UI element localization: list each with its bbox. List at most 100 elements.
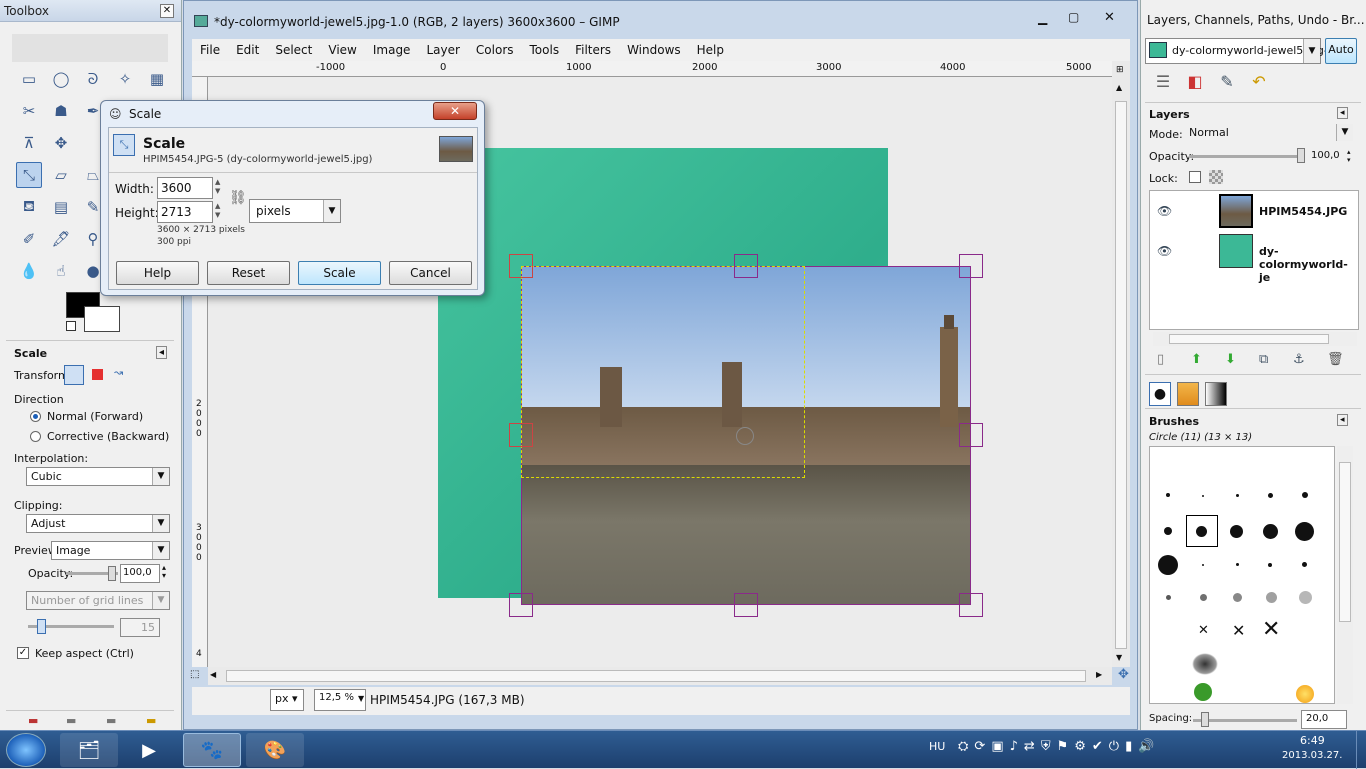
reset-button[interactable]: Reset xyxy=(207,261,290,285)
horizontal-ruler[interactable]: -1000 0 1000 2000 3000 4000 5000 xyxy=(192,61,1112,77)
language-indicator[interactable]: HU xyxy=(929,740,945,753)
horizontal-scroll-thumb[interactable] xyxy=(226,670,1086,682)
gimp-taskbar-icon[interactable]: 🐾 xyxy=(183,733,241,767)
paint-icon[interactable]: 🎨 xyxy=(246,733,304,767)
layer-row[interactable]: 👁 HPIM5454.JPG xyxy=(1149,192,1359,232)
rect-select-icon[interactable]: ▭ xyxy=(16,66,42,92)
shear-icon[interactable]: ▱ xyxy=(48,162,74,188)
blend-icon[interactable]: ▤ xyxy=(48,194,74,220)
tab-gradients-icon[interactable] xyxy=(1205,382,1227,406)
height-spin-icon[interactable]: ▲ ▼ xyxy=(215,202,220,220)
clipping-select[interactable]: Adjust ▼ xyxy=(26,514,170,533)
vertical-scrollbar[interactable]: ⊞ ▲ ▼ xyxy=(1112,61,1130,667)
ellipse-select-icon[interactable]: ◯ xyxy=(48,66,74,92)
show-desktop-button[interactable] xyxy=(1356,731,1366,769)
tab-undo-icon[interactable]: ↶ xyxy=(1245,72,1273,100)
navigate-icon[interactable]: ⊞ xyxy=(1116,65,1124,75)
image-select[interactable]: dy-colormyworld-jewel5.jpg-1 ▼ xyxy=(1145,38,1335,64)
menu-view[interactable]: View xyxy=(320,43,364,57)
scale-button[interactable]: Scale xyxy=(298,261,381,285)
quickmask-icon[interactable]: ⬚ xyxy=(190,669,199,680)
menu-layer[interactable]: Layer xyxy=(418,43,467,57)
tray-sync-icon[interactable]: ⇄ xyxy=(1024,739,1035,759)
restore-options-icon[interactable]: ▬ xyxy=(66,714,76,727)
auto-button[interactable]: Auto xyxy=(1325,38,1357,64)
tab-brushes-icon[interactable]: ● xyxy=(1149,382,1171,406)
opacity-spin-icon[interactable]: ▴ ▾ xyxy=(162,564,166,580)
grid-lines-select[interactable]: Number of grid lines ▼ xyxy=(26,591,170,610)
background-color-swatch[interactable] xyxy=(84,306,120,332)
scale-tool-icon[interactable]: ⤡ xyxy=(16,162,42,188)
width-spin-icon[interactable]: ▲ ▼ xyxy=(215,178,220,196)
layer-hscroll[interactable] xyxy=(1153,332,1357,346)
color-select-icon[interactable]: ▦ xyxy=(144,66,170,92)
ink-icon[interactable]: 🖋 xyxy=(48,226,74,252)
menu-edit[interactable]: Edit xyxy=(228,43,267,57)
scale-handle[interactable] xyxy=(959,254,983,278)
brushes-menu-icon[interactable]: ◂ xyxy=(1337,414,1348,426)
opacity-slider-thumb[interactable] xyxy=(108,566,116,581)
scale-handle[interactable] xyxy=(734,593,758,617)
menu-colors[interactable]: Colors xyxy=(468,43,522,57)
anchor-layer-icon[interactable]: ⚓ xyxy=(1293,352,1305,367)
layer-opacity-value[interactable]: 100,0 xyxy=(1311,150,1340,161)
tray-settings-icon[interactable]: ⚙ xyxy=(1074,739,1086,759)
window-close-icon[interactable]: ✕ xyxy=(1104,10,1115,25)
wilber-drop-area[interactable] xyxy=(12,34,168,62)
visibility-eye-icon[interactable]: 👁 xyxy=(1157,244,1172,258)
scale-handle[interactable] xyxy=(959,423,983,447)
default-colors-icon[interactable] xyxy=(66,321,76,331)
tray-antivirus-icon[interactable]: ⛨ xyxy=(1041,739,1051,759)
preview-select[interactable]: Image ▼ xyxy=(51,541,170,560)
foreground-select-icon[interactable]: ☗ xyxy=(48,98,74,124)
grid-slider-thumb[interactable] xyxy=(37,619,46,634)
brush-scrollbar[interactable] xyxy=(1337,446,1353,704)
zoom-dropdown-icon[interactable]: ▼ xyxy=(358,694,364,703)
scale-handle[interactable] xyxy=(959,593,983,617)
scroll-up-icon[interactable]: ▲ xyxy=(1116,83,1122,92)
menu-tools[interactable]: Tools xyxy=(522,43,568,57)
opacity-input[interactable]: 100,0 xyxy=(120,564,160,583)
direction-corrective-radio[interactable] xyxy=(30,431,41,442)
grid-count-input[interactable]: 15 xyxy=(120,618,160,637)
direction-normal-radio[interactable] xyxy=(30,411,41,422)
tab-paths-icon[interactable]: ✎ xyxy=(1213,72,1241,100)
minimize-icon[interactable]: ▁ xyxy=(1038,11,1047,25)
tray-update-icon[interactable]: ⟳ xyxy=(974,739,985,759)
airbrush-icon[interactable]: ✐ xyxy=(16,226,42,252)
menu-file[interactable]: File xyxy=(192,43,228,57)
lower-layer-icon[interactable]: ⬇ xyxy=(1225,352,1236,367)
menu-windows[interactable]: Windows xyxy=(619,43,689,57)
transform-path-icon[interactable]: ↝ xyxy=(114,366,123,379)
new-layer-icon[interactable]: ▯ xyxy=(1157,352,1164,367)
tab-channels-icon[interactable]: ◧ xyxy=(1181,72,1209,100)
brush-grid[interactable]: ✕ ✕ ✕ xyxy=(1149,446,1335,704)
scissors-icon[interactable]: ✂ xyxy=(16,98,42,124)
height-input[interactable]: 2713 xyxy=(157,201,213,223)
vertical-scroll-thumb[interactable] xyxy=(1115,101,1127,649)
media-player-icon[interactable]: ▶ xyxy=(120,733,178,767)
blur-icon[interactable]: 💧 xyxy=(16,258,42,284)
move-icon[interactable]: ✥ xyxy=(48,130,74,156)
tab-layers-icon[interactable]: ☰ xyxy=(1149,72,1177,100)
duplicate-layer-icon[interactable]: ⧉ xyxy=(1259,352,1268,367)
tray-volume-icon[interactable]: ♪ xyxy=(1010,739,1018,759)
tray-flag-icon[interactable]: ⚑ xyxy=(1057,739,1069,759)
start-button[interactable] xyxy=(6,733,46,767)
lock-pixels-checkbox[interactable] xyxy=(1189,171,1201,183)
close-icon[interactable]: ✕ xyxy=(160,4,174,18)
transform-selection-icon[interactable] xyxy=(92,369,103,380)
clock-time[interactable]: 6:49 xyxy=(1300,734,1325,747)
menu-image[interactable]: Image xyxy=(365,43,419,57)
raise-layer-icon[interactable]: ⬆ xyxy=(1191,352,1202,367)
save-options-icon[interactable]: ▬ xyxy=(28,714,38,727)
smudge-icon[interactable]: ☝ xyxy=(48,258,74,284)
tray-power-icon[interactable]: ⏻ xyxy=(1109,739,1119,759)
units-select[interactable]: pixels ▼ xyxy=(249,199,341,223)
delete-options-icon[interactable]: ▬ xyxy=(106,714,116,727)
help-button[interactable]: Help xyxy=(116,261,199,285)
tray-signal-icon[interactable]: ▮ xyxy=(1125,739,1132,759)
scale-handle[interactable] xyxy=(509,593,533,617)
tray-pdf-icon[interactable]: ▣ xyxy=(991,739,1003,759)
horizontal-scrollbar[interactable]: ⬚ ◀ ▶ xyxy=(190,667,1112,685)
